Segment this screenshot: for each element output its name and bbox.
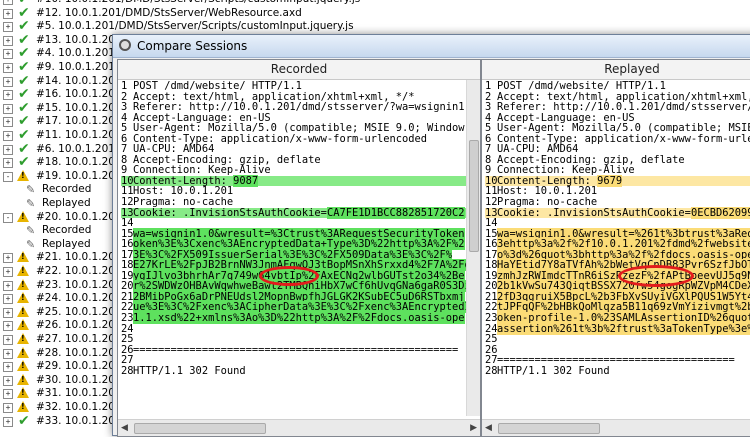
line-text: HTTP/1.1 302 Found — [497, 364, 610, 377]
expand-icon[interactable]: + — [3, 103, 13, 114]
expand-icon[interactable]: + — [3, 389, 13, 400]
code-line: 24 — [121, 324, 466, 335]
dialog-title: Compare Sessions — [137, 39, 248, 53]
line-text: Cookie: .InvisionStsAuthCookie= — [497, 206, 691, 219]
warning-icon — [17, 265, 29, 276]
line-number: 23 — [121, 312, 134, 325]
diff-highlight: 9679 — [597, 174, 623, 187]
line-number: 1 — [121, 81, 128, 92]
expand-icon[interactable]: + — [3, 144, 13, 155]
expand-icon[interactable]: + — [3, 253, 13, 264]
code-line: 23oken-profile-1.0%23SAMLAssertionID%26q… — [485, 312, 750, 325]
warning-icon — [17, 305, 29, 317]
expand-icon[interactable]: + — [3, 35, 13, 46]
annotation-circle — [259, 266, 319, 286]
collapse-icon[interactable]: - — [3, 212, 13, 223]
code-line: 24assertion%261t%3b%2ftrust%3aTokenType%… — [485, 322, 750, 335]
recorded-vertical-scrollbar[interactable] — [466, 80, 480, 416]
line-number: 28 — [485, 364, 498, 377]
code-line: 28HTTP/1.1 302 Found — [485, 364, 750, 377]
replayed-header: Replayed — [482, 60, 750, 80]
warning-icon — [17, 333, 29, 344]
check-icon: ✔ — [18, 412, 30, 429]
code-line: 25 — [485, 334, 750, 345]
diff-highlight: 9087 — [233, 174, 259, 187]
line-number: 1 — [485, 81, 492, 92]
warning-icon — [17, 251, 29, 263]
expand-icon[interactable]: + — [3, 294, 13, 305]
replayed-text[interactable]: 1 POST /dmd/website/ HTTP/1.1 2 Accept: tex… — [485, 81, 750, 415]
line-text: assertion%261t%3b%2ftrust%3aTokenType%3e… — [497, 322, 750, 335]
expand-icon[interactable]: + — [3, 267, 13, 277]
code-line: 13Cookie: .InvisionStsAuthCookie=0ECBD62… — [485, 206, 750, 219]
expand-icon[interactable]: + — [3, 22, 13, 33]
expand-icon[interactable]: + — [3, 63, 13, 73]
line-number: 12 — [121, 196, 134, 209]
warning-icon — [17, 346, 29, 358]
expand-icon[interactable]: + — [3, 375, 13, 386]
diff-highlight: 0ECBD62099E — [690, 206, 750, 219]
expand-icon[interactable]: + — [3, 158, 13, 169]
replayed-horizontal-scrollbar[interactable]: ◀ — [482, 419, 750, 436]
tree-item-label: #33. 10.0.1.201 — [36, 414, 122, 427]
dialog-titlebar[interactable]: Compare Sessions — [113, 35, 750, 58]
line-number: 12 — [485, 196, 498, 209]
expand-icon[interactable]: + — [3, 403, 13, 413]
code-line: 28HTTP/1.1 302 Found — [121, 364, 466, 377]
code-line: 26======================================… — [121, 343, 466, 356]
recorded-horizontal-scrollbar[interactable]: ◀ ▶ — [118, 419, 480, 436]
replayed-panel: Replayed 1 POST /dmd/website/ HTTP/1.1 2 Ac… — [481, 59, 750, 437]
diff-highlight: CA7FE1D1BCC882851720C2 — [326, 206, 465, 219]
warning-icon — [17, 169, 29, 181]
line-text: ========================================… — [133, 343, 459, 356]
recorded-panel: Recorded 1 POST /dmd/website/ HTTP/1.1 2 Ac… — [117, 59, 481, 437]
line-text: Cookie: .InvisionStsAuthCookie= — [133, 206, 327, 219]
warning-icon — [17, 319, 29, 331]
warning-icon — [17, 387, 29, 399]
recorded-header: Recorded — [118, 60, 480, 80]
expand-icon[interactable]: + — [3, 280, 13, 291]
expand-icon[interactable]: + — [3, 362, 13, 373]
warning-icon — [17, 292, 29, 304]
expand-icon[interactable]: + — [3, 321, 13, 332]
warning-icon — [17, 373, 29, 385]
expand-icon[interactable]: + — [3, 76, 13, 87]
expand-icon[interactable]: + — [3, 335, 13, 345]
code-line: 231.1.xsd%22+xmlns%3Ao%3D%22http%3A%2F%2… — [121, 312, 466, 325]
warning-icon — [17, 360, 29, 372]
warning-icon — [17, 210, 29, 222]
expand-icon[interactable]: + — [3, 131, 13, 141]
expand-icon[interactable]: + — [3, 117, 13, 128]
expand-icon[interactable]: + — [3, 416, 13, 427]
line-text: HTTP/1.1 302 Found — [133, 364, 246, 377]
expand-icon[interactable]: + — [3, 49, 13, 60]
scroll-thumb[interactable] — [469, 140, 479, 252]
compare-sessions-dialog: Compare Sessions Recorded 1 POST /dmd/web… — [112, 34, 750, 437]
expand-icon[interactable]: + — [3, 90, 13, 101]
recorded-text[interactable]: 1 POST /dmd/website/ HTTP/1.1 2 Accept: tex… — [121, 81, 466, 415]
expand-icon[interactable]: + — [3, 348, 13, 359]
compare-icon — [119, 39, 131, 51]
line-number: 23 — [485, 312, 498, 325]
expand-icon[interactable]: + — [3, 307, 13, 318]
expand-icon[interactable]: + — [3, 8, 13, 19]
line-text: 1.1.xsd%22+xmlns%3Ao%3D%22http%3A%2F%2Fd… — [133, 312, 465, 325]
warning-icon — [17, 278, 29, 290]
code-line: 13Cookie: .InvisionStsAuthCookie=CA7FE1D… — [121, 206, 466, 219]
annotation-circle — [618, 265, 694, 287]
collapse-icon[interactable]: - — [3, 171, 13, 182]
warning-icon — [17, 401, 29, 412]
line-number: 28 — [121, 364, 134, 377]
